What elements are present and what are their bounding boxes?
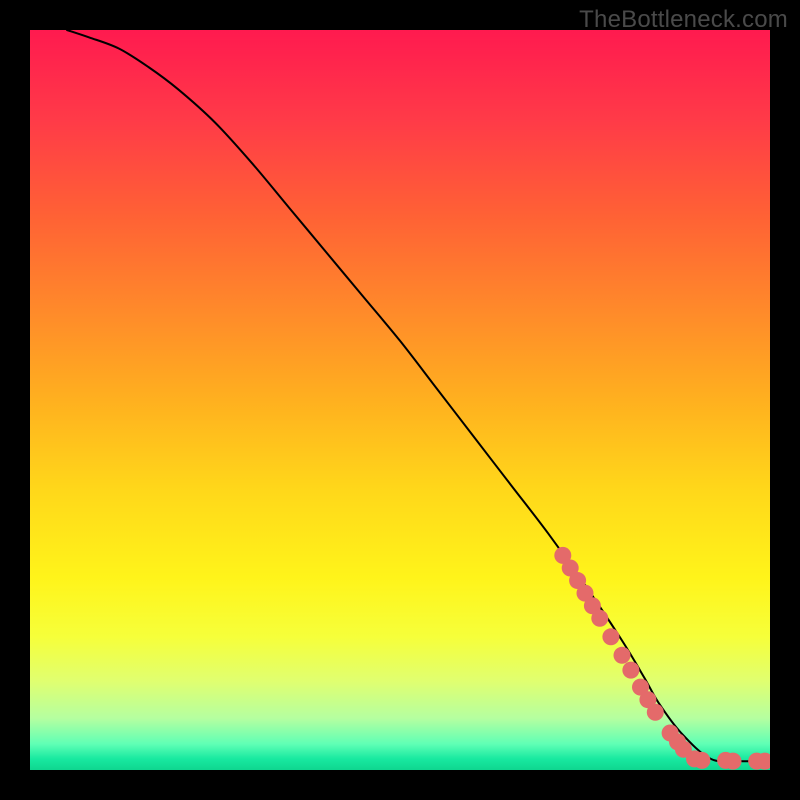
data-marker	[602, 628, 619, 645]
data-marker	[725, 753, 742, 770]
plot-area	[30, 30, 770, 770]
gradient-background	[30, 30, 770, 770]
data-marker	[693, 752, 710, 769]
data-marker	[614, 647, 631, 664]
data-marker	[622, 662, 639, 679]
data-marker	[591, 610, 608, 627]
data-marker	[647, 704, 664, 721]
chart-stage: TheBottleneck.com	[0, 0, 800, 800]
plot-svg	[30, 30, 770, 770]
